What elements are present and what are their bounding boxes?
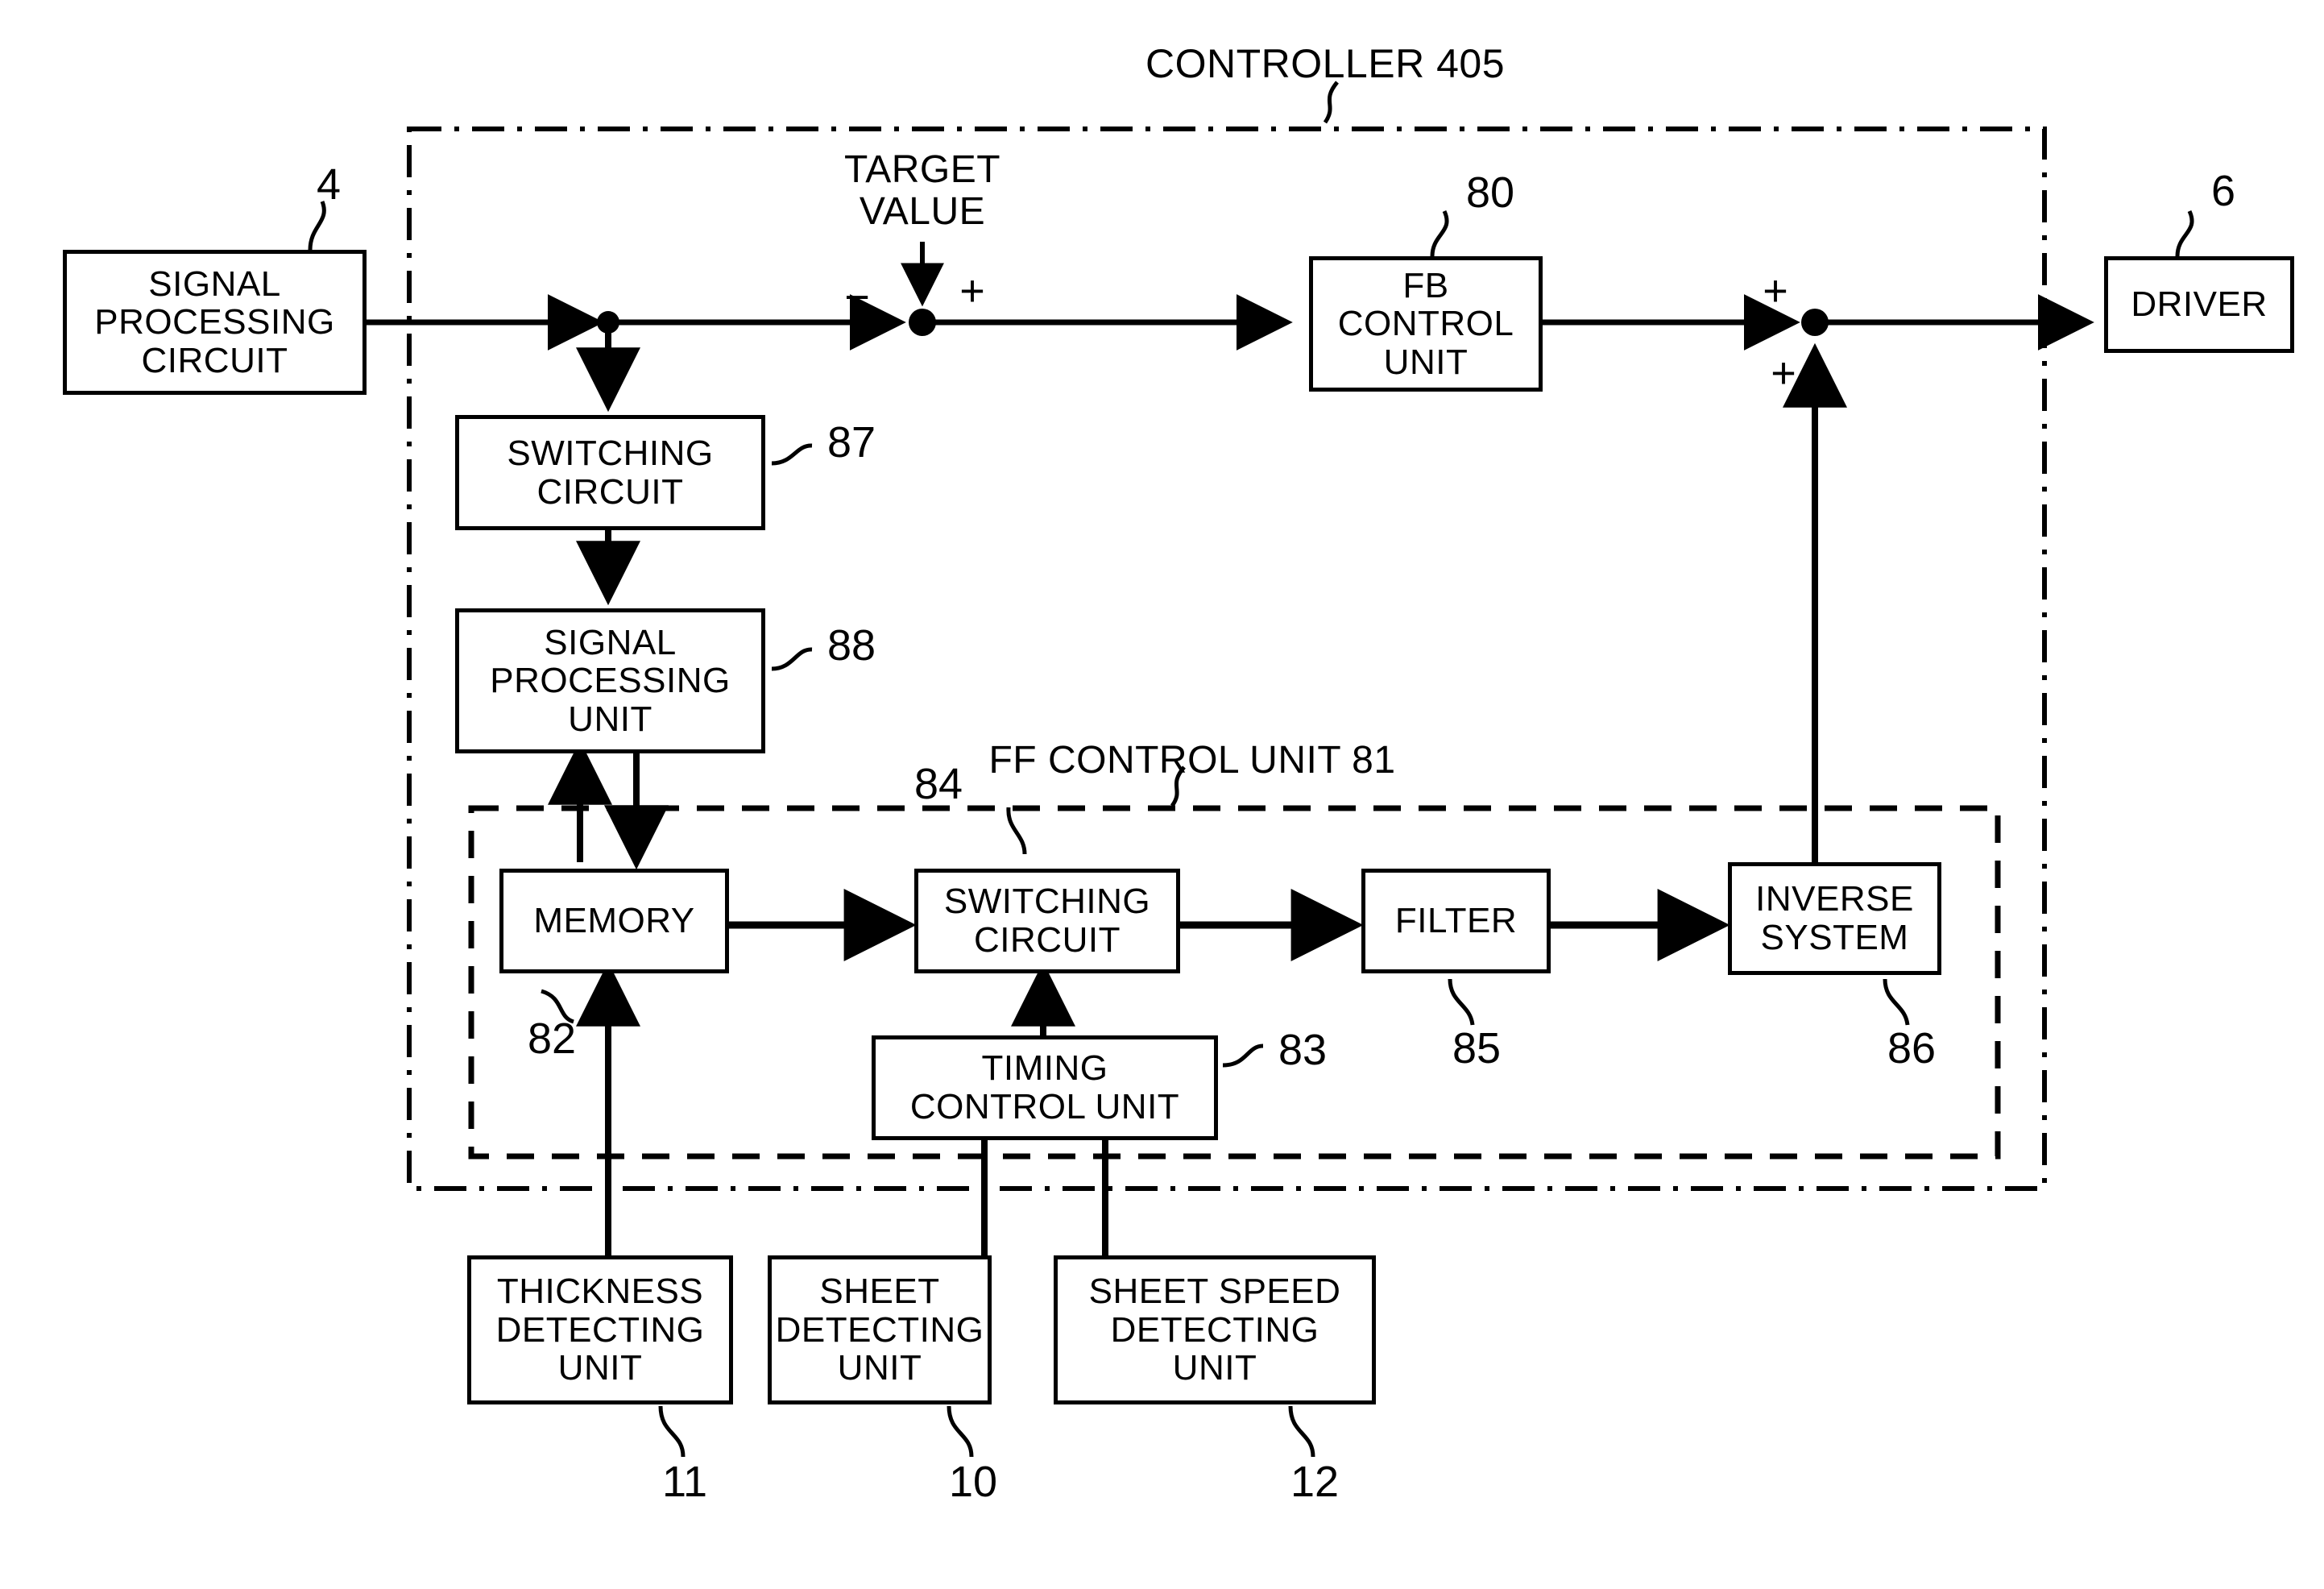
box-label-signal-processing-circuit: SIGNAL PROCESSING CIRCUIT [94,263,335,380]
box-signal-processing-circuit[interactable]: SIGNAL PROCESSING CIRCUIT [63,250,367,395]
figure-title-controller: CONTROLLER 405 [1145,41,1506,86]
box-timing-control-unit[interactable]: TIMING CONTROL UNIT [872,1035,1218,1140]
leader-6 [2175,210,2194,257]
box-thickness-detecting-unit[interactable]: THICKNESS DETECTING UNIT [467,1255,733,1404]
box-label-filter: FILTER [1394,901,1518,941]
ref-num-6: 6 [2210,167,2236,215]
leader-12 [1288,1405,1315,1458]
box-label-sheet-detecting-unit: SHEET DETECTING UNIT [775,1272,984,1388]
sign-adder-plus-feedforward: + [1771,349,1796,397]
leader-10 [947,1405,974,1458]
ref-num-88: 88 [826,621,876,670]
box-label-signal-processing-unit-88: SIGNAL PROCESSING UNIT [490,622,731,739]
patent-figure-canvas: SIGNAL PROCESSING CIRCUIT FB CONTROL UNI… [0,0,2324,1589]
box-label-sheet-speed-detecting-unit: SHEET SPEED DETECTING UNIT [1088,1272,1341,1388]
sign-summing-minus: − [844,273,870,322]
group-title-ff-control-unit: FF CONTROL UNIT 81 [988,739,1396,782]
box-label-timing-control-unit: TIMING CONTROL UNIT [909,1048,1180,1126]
box-memory[interactable]: MEMORY [499,869,729,973]
box-label-memory: MEMORY [533,901,695,941]
box-signal-processing-unit-88[interactable]: SIGNAL PROCESSING UNIT [455,608,765,753]
leader-80 [1430,210,1449,257]
box-label-thickness-detecting-unit: THICKNESS DETECTING UNIT [495,1272,705,1388]
box-fb-control-unit[interactable]: FB CONTROL UNIT [1309,256,1543,392]
ref-num-10: 10 [948,1458,998,1506]
leader-88 [771,647,813,671]
box-label-switching-circuit-84: SWITCHING CIRCUIT [943,882,1151,960]
ref-num-83: 83 [1278,1026,1328,1074]
ref-num-86: 86 [1887,1024,1937,1072]
box-label-fb-control-unit: FB CONTROL UNIT [1337,265,1514,382]
box-label-driver: DRIVER [2131,284,2268,325]
leader-405 [1323,81,1339,124]
box-filter[interactable]: FILTER [1361,869,1551,973]
ref-num-85: 85 [1452,1024,1502,1072]
leader-84 [1006,807,1027,855]
leader-83 [1222,1043,1264,1068]
ref-num-87: 87 [826,418,876,467]
ref-num-80: 80 [1465,168,1515,217]
box-switching-circuit-87[interactable]: SWITCHING CIRCUIT [455,415,765,530]
box-inverse-system[interactable]: INVERSE SYSTEM [1728,862,1941,975]
leader-86 [1883,978,1910,1026]
sign-summing-plus: + [959,267,985,315]
ref-num-4: 4 [316,160,342,209]
ref-num-82: 82 [527,1014,577,1063]
box-label-switching-circuit-87: SWITCHING CIRCUIT [507,433,714,512]
ref-num-12: 12 [1290,1458,1340,1506]
leader-87 [771,443,813,466]
leader-85 [1448,978,1475,1026]
target-value-label: TARGET VALUE [843,148,1001,233]
box-switching-circuit-84[interactable]: SWITCHING CIRCUIT [914,869,1180,973]
ref-num-11: 11 [661,1458,708,1506]
ref-num-84: 84 [913,760,963,808]
sign-adder-plus-input: + [1763,267,1788,315]
box-sheet-detecting-unit[interactable]: SHEET DETECTING UNIT [768,1255,992,1404]
box-label-inverse-system: INVERSE SYSTEM [1755,879,1914,957]
ff-control-unit-boundary [468,805,2001,1160]
box-driver[interactable]: DRIVER [2104,256,2294,353]
box-sheet-speed-detecting-unit[interactable]: SHEET SPEED DETECTING UNIT [1054,1255,1376,1404]
leader-11 [658,1405,686,1458]
